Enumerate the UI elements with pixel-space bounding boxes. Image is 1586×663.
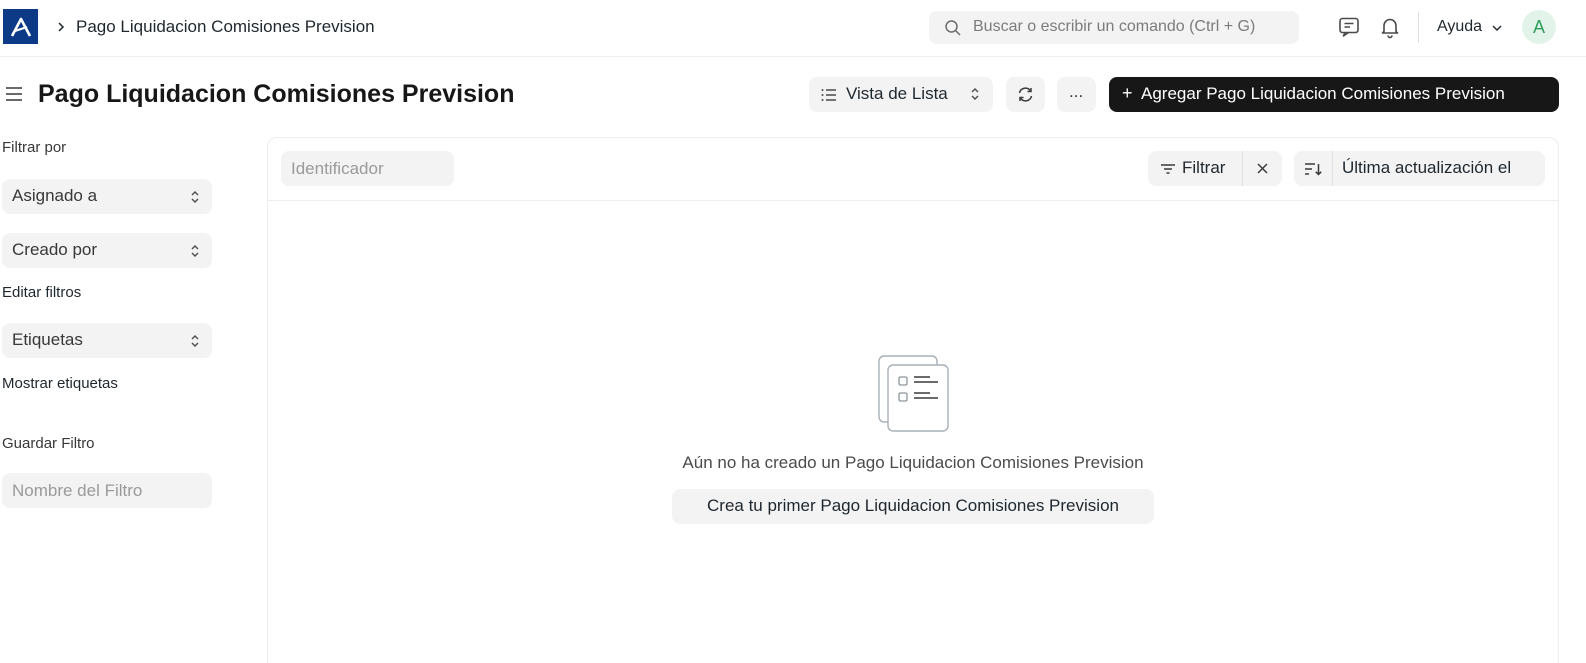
created-by-label: Creado por (12, 240, 98, 259)
list-icon (821, 89, 836, 101)
refresh-icon (1018, 87, 1033, 102)
search-bar[interactable]: Buscar o escribir un comando (Ctrl + G) (929, 11, 1299, 44)
create-first-button[interactable]: Crea tu primer Pago Liquidacion Comision… (672, 489, 1154, 524)
tags-select[interactable]: Etiquetas (2, 323, 212, 358)
breadcrumb[interactable]: Pago Liquidacion Comisiones Prevision (76, 17, 375, 37)
identifier-input[interactable]: Identificador (281, 151, 454, 186)
chevron-down-icon[interactable] (1490, 22, 1504, 34)
empty-list-icon (878, 355, 949, 432)
search-icon (945, 20, 961, 36)
tags-label: Etiquetas (12, 330, 83, 349)
identifier-placeholder: Identificador (291, 159, 384, 178)
more-label: ... (1069, 82, 1084, 101)
assigned-to-label: Asignado a (12, 186, 98, 205)
show-tags-link[interactable]: Mostrar etiquetas (2, 375, 118, 392)
up-down-icon (191, 191, 199, 203)
chevron-right-icon (58, 22, 65, 32)
help-menu[interactable]: Ayuda (1437, 18, 1482, 36)
refresh-button[interactable] (1006, 77, 1045, 112)
view-switcher-button[interactable]: Vista de Lista (809, 77, 993, 112)
up-down-icon (971, 88, 979, 100)
search-input[interactable]: Buscar o escribir un comando (Ctrl + G) (973, 18, 1255, 36)
sort-order-icon[interactable] (1303, 160, 1323, 178)
up-down-icon (191, 335, 199, 347)
avatar[interactable]: A (1522, 10, 1556, 44)
plus-icon: + (1122, 83, 1133, 103)
created-by-select[interactable]: Creado por (2, 233, 212, 268)
up-down-icon (191, 245, 199, 257)
filter-icon (1161, 164, 1175, 174)
sort-divider (1332, 151, 1333, 186)
list-card: Identificador Filtrar Última actualizaci… (267, 137, 1559, 663)
chat-icon[interactable] (1337, 15, 1361, 39)
more-actions-button[interactable]: ... (1057, 77, 1096, 112)
filter-divider (1242, 151, 1243, 186)
page-title: Pago Liquidacion Comisiones Prevision (38, 80, 515, 108)
clear-filter-icon[interactable] (1255, 161, 1270, 176)
filter-by-label: Filtrar por (2, 139, 67, 156)
navbar-divider (1418, 12, 1419, 43)
empty-state-message: Aún no ha creado un Pago Liquidacion Com… (682, 453, 1144, 472)
navbar: Pago Liquidacion Comisiones Prevision Bu… (0, 0, 1586, 57)
add-record-button[interactable]: + Agregar Pago Liquidacion Comisiones Pr… (1109, 77, 1559, 112)
sort-button-group: Última actualización el (1294, 151, 1545, 186)
edit-filters-link[interactable]: Editar filtros (2, 284, 81, 301)
filter-button-group: Filtrar (1148, 151, 1282, 186)
list-toolbar: Identificador Filtrar Última actualizaci… (268, 138, 1558, 201)
create-first-label: Crea tu primer Pago Liquidacion Comision… (707, 496, 1119, 515)
filter-name-placeholder: Nombre del Filtro (12, 481, 143, 500)
bell-icon[interactable] (1378, 15, 1402, 39)
sort-by-button[interactable]: Última actualización el (1342, 158, 1511, 178)
filter-button[interactable]: Filtrar (1182, 158, 1225, 178)
app-logo[interactable] (3, 9, 38, 44)
add-record-label: Agregar Pago Liquidacion Comisiones Prev… (1141, 84, 1505, 103)
view-switcher-label: Vista de Lista (846, 84, 948, 103)
sidebar-toggle-icon[interactable] (4, 84, 24, 104)
filter-name-input[interactable]: Nombre del Filtro (2, 473, 212, 508)
assigned-to-select[interactable]: Asignado a (2, 179, 212, 214)
save-filter-label: Guardar Filtro (2, 435, 95, 452)
logo-icon (10, 17, 31, 37)
